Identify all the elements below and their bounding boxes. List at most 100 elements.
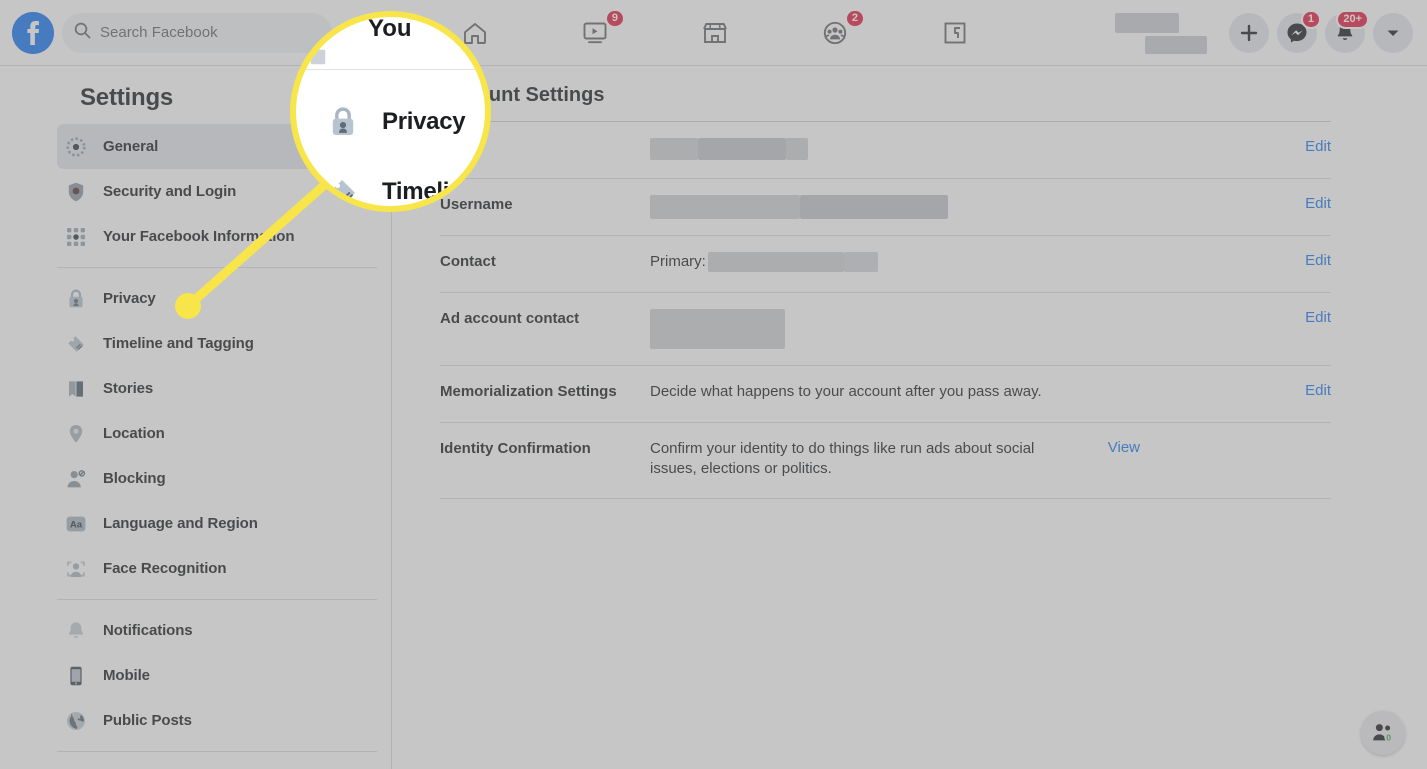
sidebar-item-label: Language and Region [103,515,258,532]
sidebar-item-mobile[interactable]: Mobile [57,653,377,698]
view-link[interactable]: View [1108,439,1140,456]
map-pin-icon [65,423,87,445]
messenger-button[interactable]: 1 [1277,10,1321,53]
row-action: View [1050,439,1140,457]
edit-link[interactable]: Edit [1305,195,1331,212]
sidebar-item-label: General [103,138,159,155]
sidebar-group-other: Notifications Mobile Public Posts [0,608,391,743]
sidebar-item-label: Blocking [103,470,166,487]
row-label-identity-confirmation: Identity Confirmation [440,440,591,457]
row-value-contact: Primary: [650,252,1241,273]
sidebar-item-label: Notifications [103,622,193,639]
globe-icon [65,710,87,732]
language-aa-icon: Aa [65,513,87,535]
page-body: Settings General Security and Login Your… [0,66,1427,769]
profile-name-redacted[interactable] [1115,12,1207,54]
nav-tab-watch[interactable]: 9 [535,0,655,66]
book-icon [65,378,87,400]
sidebar-item-label: Public Posts [103,712,192,729]
account-settings-list: Edit Username Edit Contact Primary: Edit… [440,121,1331,499]
sidebar-item-label: Your Facebook Information [103,228,295,245]
sidebar-item-location[interactable]: Location [57,411,377,456]
nav-tab-marketplace[interactable] [655,0,775,66]
sidebar-item-label: Location [103,425,165,442]
table-row[interactable]: Edit [440,122,1331,179]
row-label-username: Username [440,196,513,213]
nav-right-group: 1 20+ [1115,0,1413,66]
settings-sidebar: Settings General Security and Login Your… [0,66,392,769]
table-row[interactable]: Username Edit [440,179,1331,236]
edit-link[interactable]: Edit [1305,309,1331,326]
search-input[interactable]: Search Facebook [62,12,332,53]
row-value-identity-confirmation: Confirm your identity to do things like … [650,440,1035,477]
nav-badge-groups: 2 [844,9,865,28]
sidebar-divider [57,267,377,268]
sidebar-item-face-recognition[interactable]: Face Recognition [57,546,377,591]
search-placeholder: Search Facebook [100,24,218,41]
row-action: Edit [1241,138,1331,156]
phone-icon [65,665,87,687]
table-row[interactable]: Ad account contact Edit [440,293,1331,366]
notifications-button[interactable]: 20+ [1325,10,1369,53]
main-content: Account Settings Edit Username Edit Cont… [392,66,1427,769]
table-row[interactable]: Identity Confirmation Confirm your ident… [440,423,1331,499]
sidebar-item-security-and-login[interactable]: Security and Login [57,169,377,214]
bell-icon [65,620,87,642]
nav-tabs: 9 2 [415,0,1015,66]
sidebar-item-general[interactable]: General [57,124,377,169]
nav-tab-home[interactable] [415,0,535,66]
plus-icon [1240,24,1258,42]
grid-dots-icon [65,226,87,248]
gear-icon [65,136,87,158]
row-action: Edit [1241,309,1331,327]
top-navigation-bar: Search Facebook 9 2 1 20+ [0,0,1427,66]
row-value-redacted [650,138,1241,160]
sidebar-item-stories[interactable]: Stories [57,366,377,411]
shield-icon [65,181,87,203]
page-title: Settings [80,84,174,111]
contacts-chat-button[interactable]: 0 [1361,711,1405,755]
app-root: Search Facebook 9 2 1 20+ Settings Gener… [0,0,1427,769]
account-menu-button[interactable] [1373,13,1413,53]
tag-icon [65,333,87,355]
messenger-badge: 1 [1300,10,1321,29]
sidebar-item-label: Stories [103,380,154,397]
row-action: Edit [1241,382,1331,400]
sidebar-item-label: Security and Login [103,183,237,200]
face-scan-icon [65,558,87,580]
sidebar-item-label: Mobile [103,667,150,684]
row-action: Edit [1241,252,1331,270]
storefront-icon [703,23,727,43]
row-label-memorialization-settings: Memorialization Settings [440,383,617,400]
sidebar-group-privacy: Privacy Timeline and Tagging Stories Loc… [0,276,391,591]
row-label-contact: Contact [440,253,496,270]
sidebar-item-label: Timeline and Tagging [103,335,254,352]
sidebar-item-privacy[interactable]: Privacy [57,276,377,321]
edit-link[interactable]: Edit [1305,382,1331,399]
table-row[interactable]: Memorialization Settings Decide what hap… [440,366,1331,423]
lock-icon [65,288,87,310]
edit-link[interactable]: Edit [1305,138,1331,155]
sidebar-item-your-facebook-information[interactable]: Your Facebook Information [57,214,377,259]
sidebar-item-timeline-and-tagging[interactable]: Timeline and Tagging [57,321,377,366]
sidebar-item-notifications[interactable]: Notifications [57,608,377,653]
nav-tab-gaming[interactable] [895,0,1015,66]
facebook-logo-icon[interactable] [12,11,54,54]
sidebar-item-blocking[interactable]: Blocking [57,456,377,501]
contacts-people-icon: 0 [1373,724,1393,742]
row-label-ad-account-contact: Ad account contact [440,310,580,327]
sidebar-divider [57,751,377,752]
sidebar-item-public-posts[interactable]: Public Posts [57,698,377,743]
nav-badge-watch: 9 [604,9,625,28]
sidebar-group-account: General Security and Login Your Facebook… [0,124,391,259]
sidebar-item-language-and-region[interactable]: Aa Language and Region [57,501,377,546]
person-blocked-icon [65,468,87,490]
create-button[interactable] [1229,13,1269,53]
nav-tab-groups[interactable]: 2 [775,0,895,66]
svg-text:Aa: Aa [70,519,83,530]
video-play-icon [583,22,607,44]
sidebar-item-label: Face Recognition [103,560,227,577]
chevron-down-icon [1387,30,1399,36]
table-row[interactable]: Contact Primary: Edit [440,236,1331,293]
edit-link[interactable]: Edit [1305,252,1331,269]
